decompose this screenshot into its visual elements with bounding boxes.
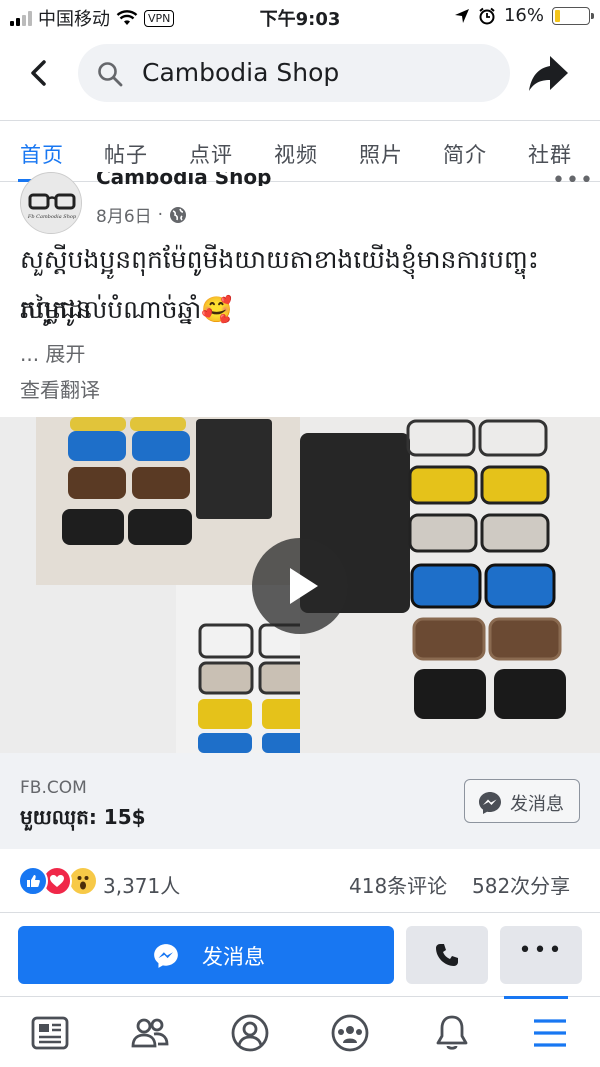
link-domain: FB.COM (20, 778, 87, 798)
active-nav-indicator (504, 996, 568, 999)
like-icon (18, 866, 48, 896)
svg-text:Fb Cambodia Shop: Fb Cambodia Shop (27, 214, 77, 220)
tab-about[interactable]: 简介 (443, 139, 487, 169)
expand-link[interactable]: ... 展开 (20, 338, 85, 367)
play-button[interactable] (252, 538, 348, 634)
notifications-icon[interactable] (432, 1013, 472, 1053)
search-icon (98, 62, 123, 87)
tab-home[interactable]: 首页 (20, 139, 64, 169)
phone-icon (436, 944, 458, 966)
friends-icon[interactable] (130, 1013, 170, 1053)
post-meta: 8月6日 · (96, 202, 187, 227)
battery-fill (555, 9, 561, 22)
battery-percent: 16% (503, 5, 544, 26)
tab-community[interactable]: 社群 (528, 139, 572, 169)
post-date[interactable]: 8月6日 (96, 202, 152, 227)
tab-videos[interactable]: 视频 (274, 139, 318, 169)
reaction-count[interactable]: 3,371人 (103, 870, 180, 899)
divider (0, 912, 600, 913)
post-text-line-2: រហូតដល់បំណាច់ឆ្នាំ🥰 (20, 295, 233, 324)
send-message-card-button[interactable]: 发消息 (464, 779, 580, 823)
globe-icon (170, 206, 187, 223)
tab-photos[interactable]: 照片 (359, 139, 403, 169)
battery-icon (552, 6, 594, 25)
groups-icon[interactable] (330, 1013, 370, 1053)
send-message-card-label: 发消息 (510, 794, 564, 815)
separator-dot: · (157, 204, 164, 225)
reaction-icons[interactable] (18, 866, 98, 898)
page-avatar[interactable]: Fb Cambodia Shop (20, 172, 82, 234)
news-feed-icon[interactable] (30, 1013, 70, 1053)
translate-link[interactable]: 查看翻译 (20, 374, 100, 403)
menu-icon[interactable] (530, 1013, 570, 1053)
location-icon (454, 8, 469, 23)
profile-icon[interactable] (230, 1013, 270, 1053)
page-name[interactable]: Cambodia Shop (96, 172, 271, 186)
share-count[interactable]: 582次分享 (472, 870, 570, 899)
status-bar: 中国移动 VPN 下午9:03 16% (0, 0, 600, 34)
send-message-button[interactable]: 发消息 (18, 926, 394, 984)
send-message-label: 发消息 (202, 945, 265, 969)
back-arrow-icon[interactable] (22, 56, 56, 90)
glasses-logo-icon: Fb Cambodia Shop (21, 173, 81, 233)
comment-count[interactable]: 418条评论 (349, 870, 447, 899)
share-icon[interactable] (528, 54, 570, 94)
page-tabs: 首页 帖子 点评 视频 照片 简介 社群 (0, 120, 600, 182)
bottom-navigation (0, 996, 600, 1067)
messenger-icon (154, 944, 178, 968)
wow-icon (68, 866, 98, 896)
search-text: Cambodia Shop (142, 58, 340, 87)
more-dots-icon: ••• (518, 938, 564, 963)
page-name-text: Cambodia Shop (96, 172, 272, 186)
messenger-icon (479, 792, 501, 814)
tab-posts[interactable]: 帖子 (104, 139, 148, 169)
link-title: មួយឈុត: 15$ (20, 805, 146, 829)
call-button[interactable] (406, 926, 488, 984)
post-options-icon[interactable]: ••• (552, 170, 594, 192)
alarm-icon (479, 7, 495, 24)
more-options-button[interactable]: ••• (500, 926, 582, 984)
tab-reviews[interactable]: 点评 (189, 139, 233, 169)
search-bar[interactable]: Cambodia Shop (78, 44, 510, 102)
play-icon (290, 568, 318, 604)
